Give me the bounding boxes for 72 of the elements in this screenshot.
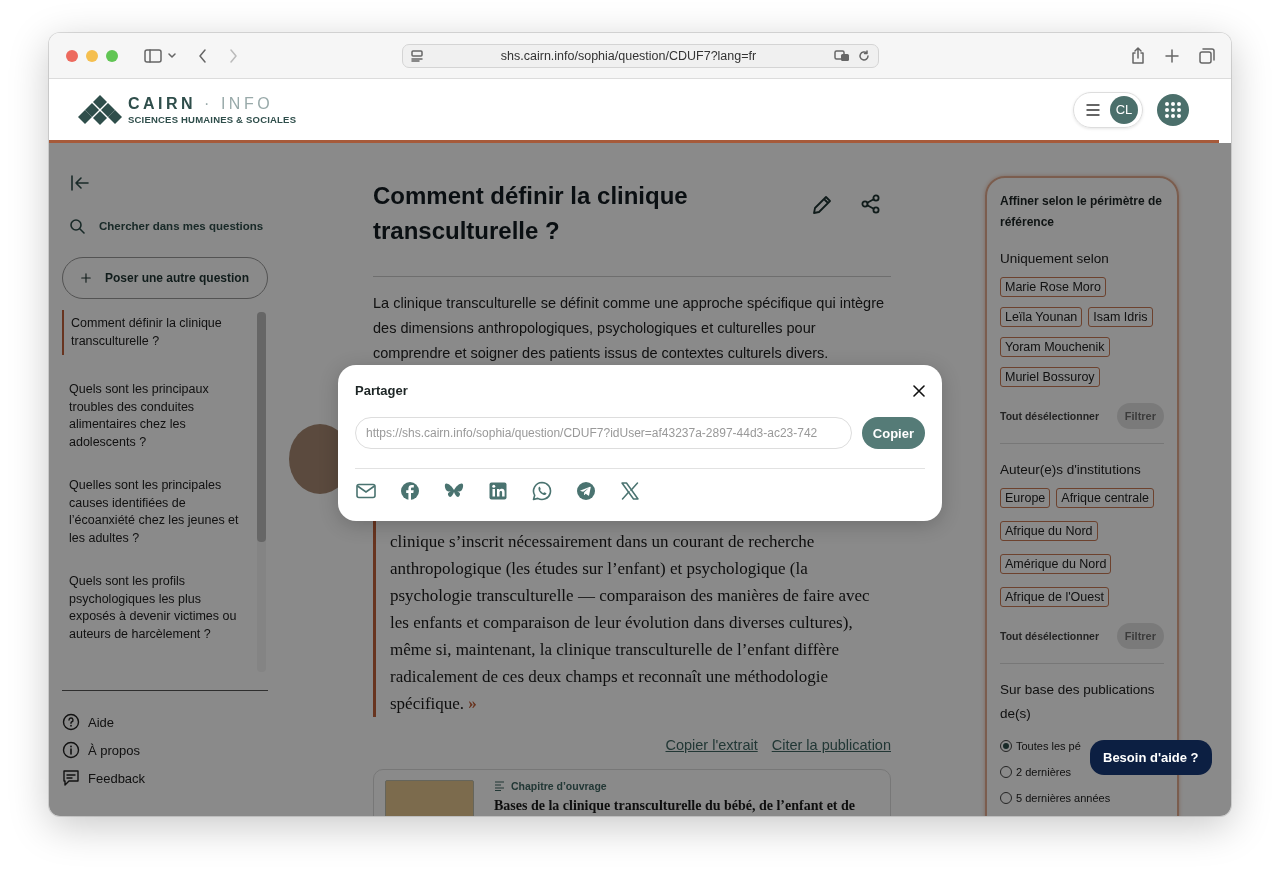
- back-icon[interactable]: [198, 48, 207, 63]
- filter-tag[interactable]: Afrique du Nord: [1000, 521, 1098, 541]
- tabs-icon[interactable]: [1199, 47, 1215, 64]
- close-icon[interactable]: [913, 384, 925, 397]
- linkedin-icon[interactable]: [488, 481, 508, 501]
- sidebar-toggle-icon[interactable]: [144, 48, 162, 63]
- footer-link[interactable]: À propos: [62, 741, 268, 759]
- search-icon: [69, 218, 85, 234]
- chat-icon: [62, 769, 80, 787]
- user-avatar[interactable]: CL: [1110, 95, 1138, 124]
- menu-icon: [1086, 103, 1100, 116]
- logo-wordmark: CAIRN · INFO: [128, 94, 275, 113]
- info-icon: [62, 741, 80, 759]
- lines-icon: [494, 781, 505, 791]
- logo-icon: [78, 94, 122, 125]
- reload-icon[interactable]: [858, 49, 870, 62]
- copy-button[interactable]: Copier: [861, 417, 925, 449]
- filter-heading: Auteur(e)s d'institutions: [1000, 461, 1142, 479]
- close-button[interactable]: [66, 49, 78, 62]
- filter-tag[interactable]: Leïla Younan: [1000, 307, 1083, 327]
- filter-tag[interactable]: Afrique centrale: [1056, 488, 1154, 508]
- question-title: Comment définir la clinique transculturelle ?: [373, 181, 689, 246]
- email-icon[interactable]: [356, 481, 376, 501]
- document-type: Chapitre d’ouvrage: [511, 780, 607, 792]
- filter-tag[interactable]: Muriel Bossuroy: [1000, 367, 1100, 387]
- result-card[interactable]: Chapitre d’ouvrage Bases de la clinique transculturelle du bébé, de l’enfant et de: [373, 769, 891, 816]
- search-link[interactable]: Chercher dans mes questions: [69, 218, 268, 234]
- help-icon: [62, 713, 80, 731]
- filter-heading: Uniquement selon: [1000, 250, 1110, 268]
- share-icon[interactable]: [861, 194, 881, 214]
- action-link[interactable]: Copier l'extrait: [665, 737, 758, 753]
- footer-link[interactable]: Feedback: [62, 769, 268, 787]
- radio-option[interactable]: 5 dernières années: [1000, 792, 1164, 804]
- link-field[interactable]: https://shs.cairn.info/sophia/question/CDUF7?idUser=af43237a-2897-44d3-ac23-742: [355, 417, 852, 449]
- translate-icon[interactable]: [834, 49, 850, 62]
- paper-plane-icon[interactable]: [576, 481, 596, 501]
- logo-tagline: SCIENCES HUMAINES & SOCIALES: [128, 113, 297, 125]
- chevron-down-icon[interactable]: [168, 52, 176, 59]
- filter-panel-title: Affiner selon le périmètre de référence: [1000, 193, 1164, 231]
- question-item[interactable]: Comment définir la clinique transculturelle ?: [62, 310, 246, 355]
- filter-tag[interactable]: Europe: [1000, 488, 1051, 508]
- apps-button[interactable]: [1157, 93, 1189, 126]
- new-tab-icon[interactable]: [1165, 48, 1179, 63]
- x-icon[interactable]: [620, 481, 640, 501]
- grid-icon: [1164, 100, 1182, 119]
- facebook-icon[interactable]: [400, 481, 420, 501]
- filter-tag[interactable]: Amérique du Nord: [1000, 554, 1112, 574]
- answer-summary: La clinique transculturelle se définit comme une approche spécifique qui intègre des dimensions anthropologiques, psychologiques et culturelles pour comprendre et soigner des patients issus de contextes culturels divers.: [373, 294, 886, 363]
- plus-icon: [81, 271, 91, 285]
- deselect-all-link[interactable]: Tout désélectionner: [1000, 630, 1099, 642]
- action-link[interactable]: Citer la publication: [771, 737, 891, 753]
- footer-link[interactable]: Aide: [62, 713, 268, 731]
- share-icon[interactable]: [1131, 47, 1145, 64]
- question-item[interactable]: Quels sont les principaux troubles des conduites alimentaires chez les adolescents ?: [62, 381, 246, 451]
- collapse-sidebar-icon[interactable]: [70, 175, 90, 191]
- filter-heading: Sur base des publications de(s): [1000, 681, 1156, 723]
- phone-chat-icon[interactable]: [532, 481, 552, 501]
- filter-tag[interactable]: Afrique de l'Ouest: [1000, 587, 1109, 607]
- address-bar[interactable]: shs.cairn.info/sophia/question/CDUF7?lang=fr: [402, 43, 879, 68]
- deselect-all-link[interactable]: Tout désélectionner: [1000, 410, 1099, 422]
- edit-icon[interactable]: [811, 194, 833, 216]
- filter-tag[interactable]: Isam Idris: [1088, 307, 1153, 327]
- dialog-title: Partager: [355, 383, 408, 398]
- filter-tag[interactable]: Yoram Mouchenik: [1000, 337, 1110, 357]
- question-item[interactable]: Quelles sont les principales causes identifiées de l’écoanxiété chez les jeunes et les adultes ?: [62, 477, 246, 547]
- filter-tag[interactable]: Marie Rose Moro: [1000, 277, 1106, 297]
- scrollbar-thumb[interactable]: [257, 312, 266, 542]
- result-title: Bases de la clinique transculturelle du bébé, de l’enfant et de: [494, 798, 856, 814]
- question-item[interactable]: Quels sont les profils psychologiques les plus exposés à devenir victimes ou auteurs de harcèlement ?: [62, 573, 246, 643]
- url-text: shs.cairn.info/sophia/question/CDUF7?lang=fr: [499, 48, 758, 63]
- page-icon: [411, 49, 423, 62]
- help-button[interactable]: Besoin d'aide ?: [1090, 740, 1212, 775]
